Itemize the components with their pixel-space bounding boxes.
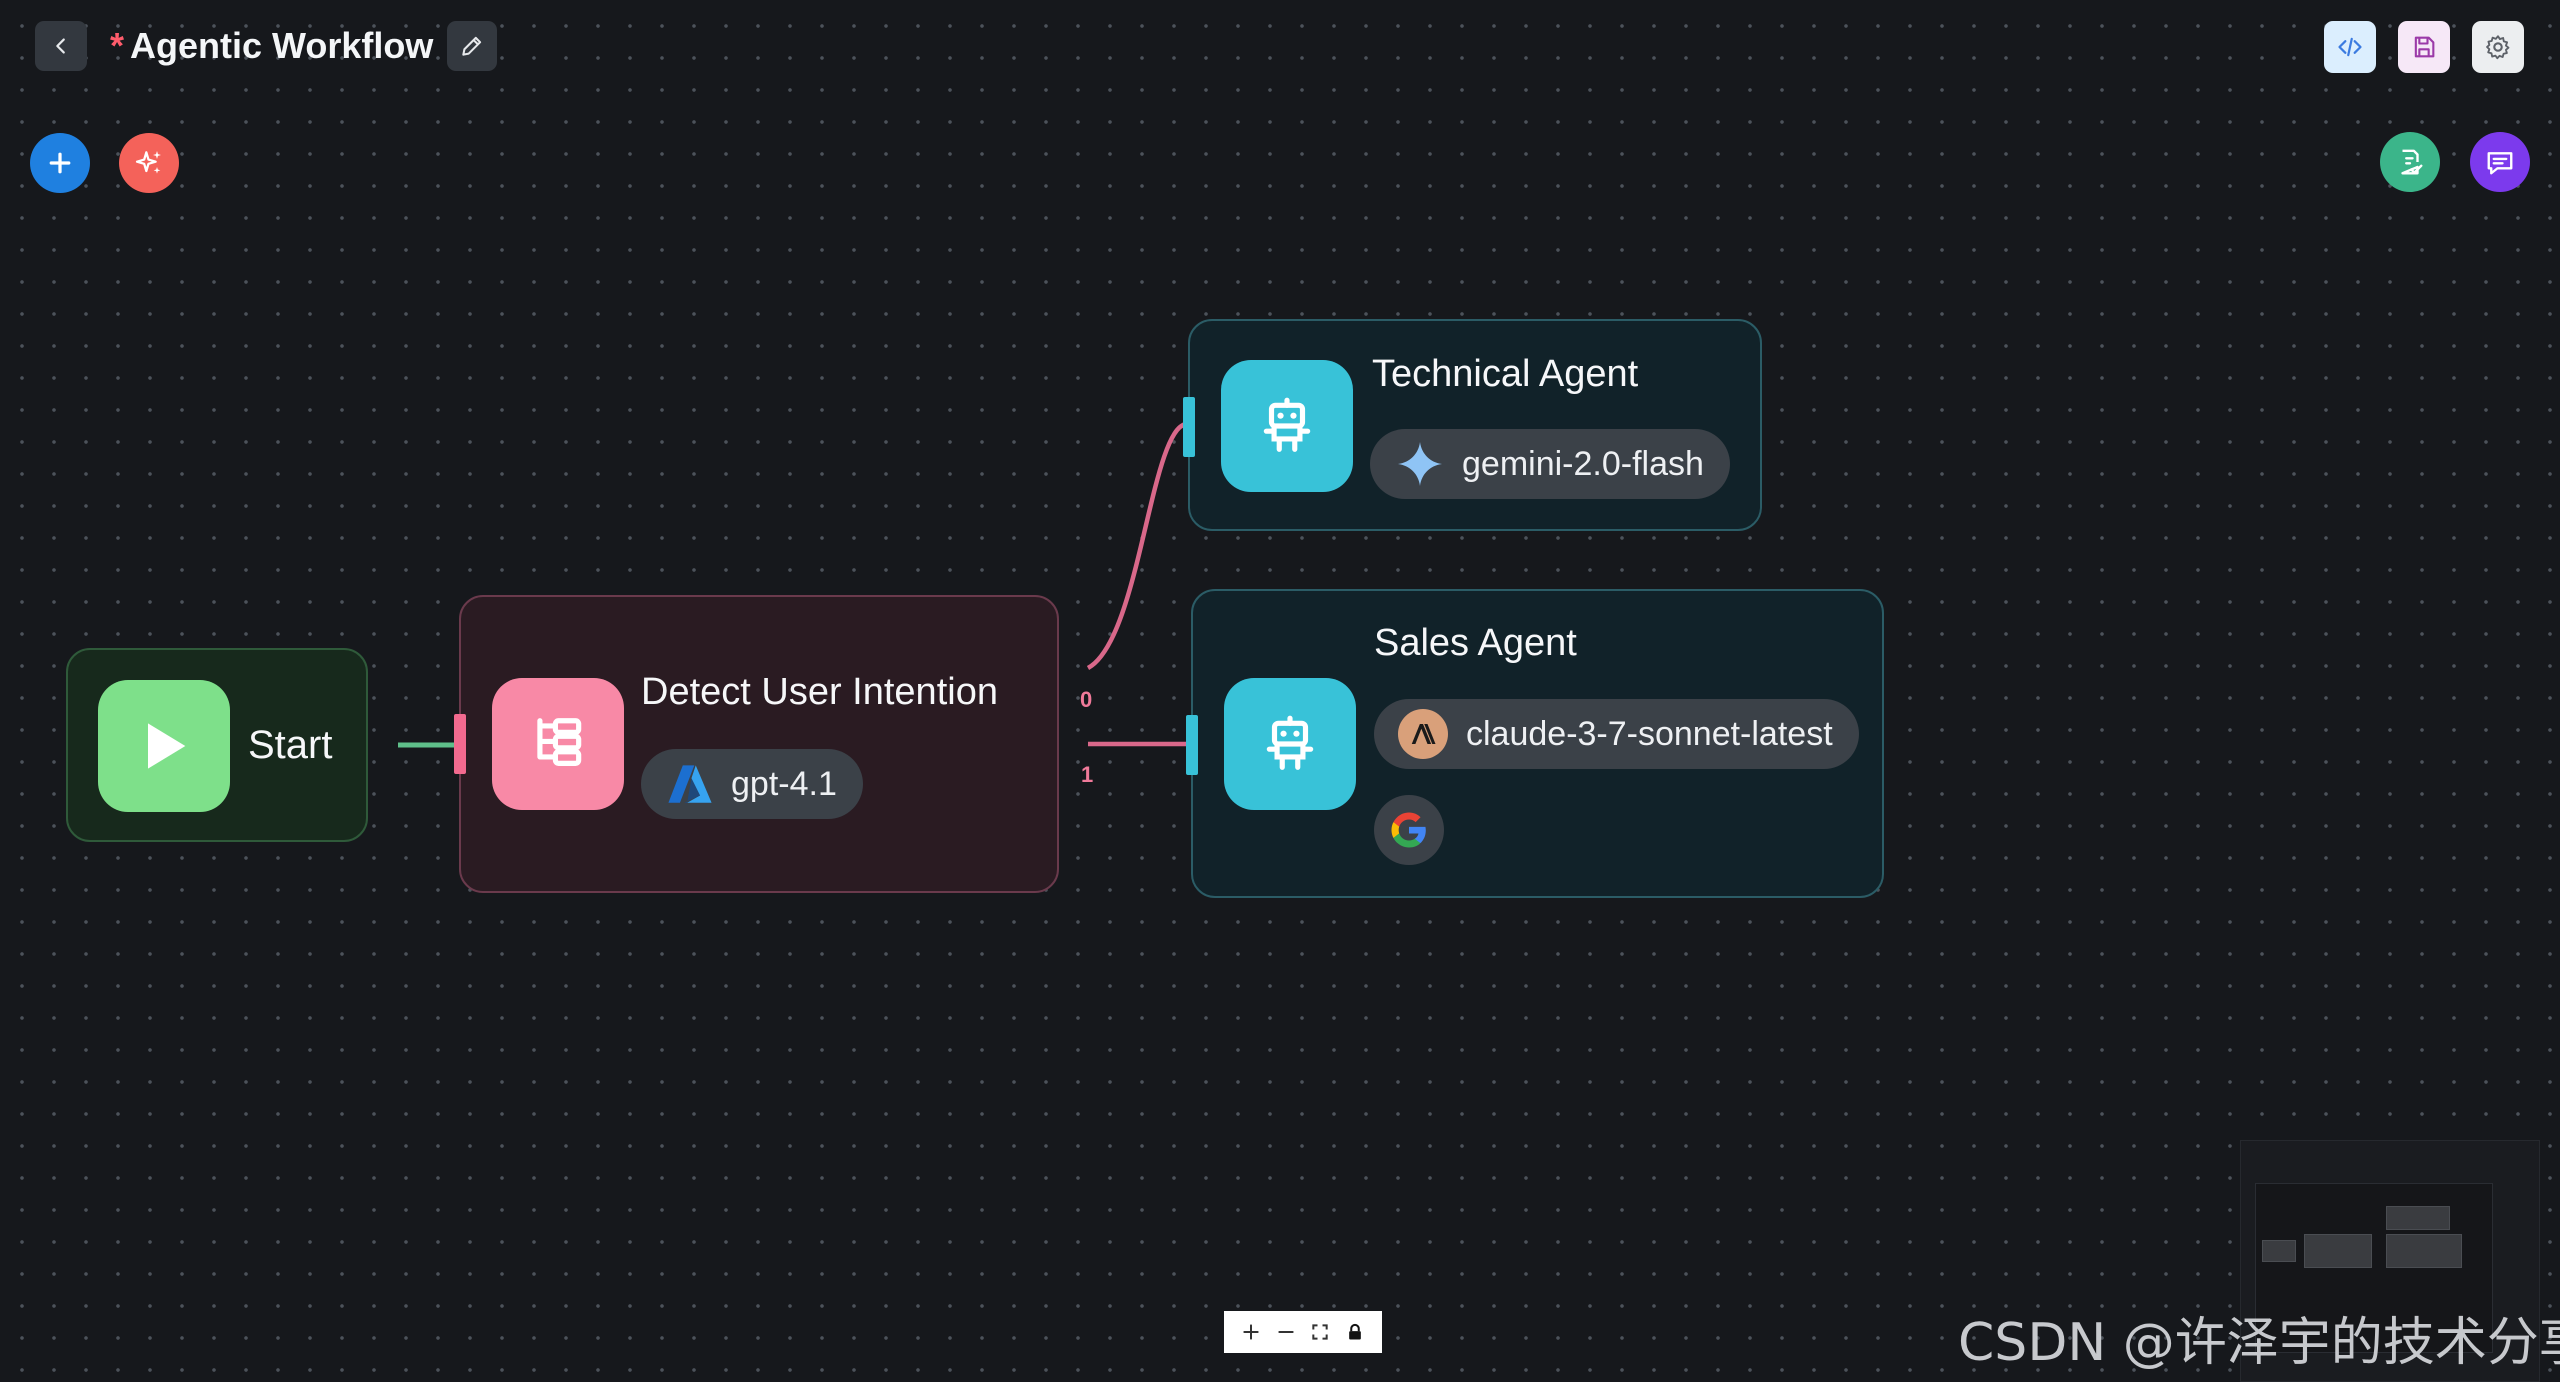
minimap-node-detect	[2304, 1234, 2372, 1268]
google-icon	[1391, 812, 1426, 848]
robot-icon	[1263, 397, 1311, 452]
model-name: gpt-4.1	[731, 764, 837, 803]
minimap-node-sales	[2386, 1234, 2462, 1268]
minus-icon	[1278, 1331, 1294, 1333]
edge-detect-to-technical	[1086, 421, 1187, 670]
azure-icon	[668, 765, 712, 803]
gemini-icon	[1398, 442, 1442, 486]
minimap-node-technical	[2386, 1206, 2450, 1230]
plus-icon	[1243, 1324, 1259, 1340]
google-tool-badge[interactable]	[1374, 795, 1444, 865]
model-badge[interactable]: claude-3-7-sonnet-latest	[1374, 699, 1859, 769]
model-badge[interactable]: gemini-2.0-flash	[1370, 429, 1730, 499]
sales-node-title: Sales Agent	[1374, 622, 1577, 664]
workflow-canvas[interactable]: * Agentic Workflow Start Detect User Int…	[0, 0, 2560, 1382]
output-port-0-label: 0	[1080, 687, 1093, 712]
output-port-1-label: 1	[1081, 762, 1094, 787]
input-handle[interactable]	[1186, 715, 1198, 775]
agent-node-icon	[1224, 678, 1356, 810]
zoom-out-button[interactable]	[1271, 1317, 1301, 1347]
model-badge[interactable]: gpt-4.1	[641, 749, 863, 819]
lock-button[interactable]	[1340, 1317, 1370, 1347]
zoom-in-button[interactable]	[1236, 1317, 1266, 1347]
detect-node-title: Detect User Intention	[641, 671, 998, 713]
fit-view-icon	[1312, 1324, 1328, 1340]
sales-agent-node[interactable]: Sales Agent claude-3-7-sonnet-latest	[1186, 589, 1884, 898]
model-name: gemini-2.0-flash	[1462, 444, 1704, 483]
model-name: claude-3-7-sonnet-latest	[1466, 714, 1833, 753]
agent-node-icon	[1221, 360, 1353, 492]
robot-icon	[1266, 715, 1314, 770]
lock-icon	[1348, 1323, 1361, 1340]
minimap-node-start	[2262, 1240, 2296, 1262]
condition-node-icon	[492, 678, 624, 810]
technical-agent-node[interactable]: Technical Agent gemini-2.0-flash	[1183, 319, 1762, 531]
play-icon	[148, 723, 186, 769]
input-handle[interactable]	[454, 714, 466, 774]
anthropic-icon	[1398, 709, 1448, 759]
start-node-label: Start	[248, 723, 333, 767]
zoom-controls	[1224, 1311, 1382, 1353]
branch-tree-icon	[537, 718, 582, 766]
technical-node-title: Technical Agent	[1372, 353, 1639, 395]
start-node-icon	[98, 680, 230, 812]
fit-view-button[interactable]	[1305, 1317, 1335, 1347]
input-handle[interactable]	[1183, 397, 1195, 457]
start-node[interactable]: Start	[66, 648, 368, 842]
detect-intention-node[interactable]: Detect User Intention gpt-4.1	[454, 595, 1059, 893]
watermark: CSDN @许泽宇的技术分享	[1958, 1313, 2560, 1373]
